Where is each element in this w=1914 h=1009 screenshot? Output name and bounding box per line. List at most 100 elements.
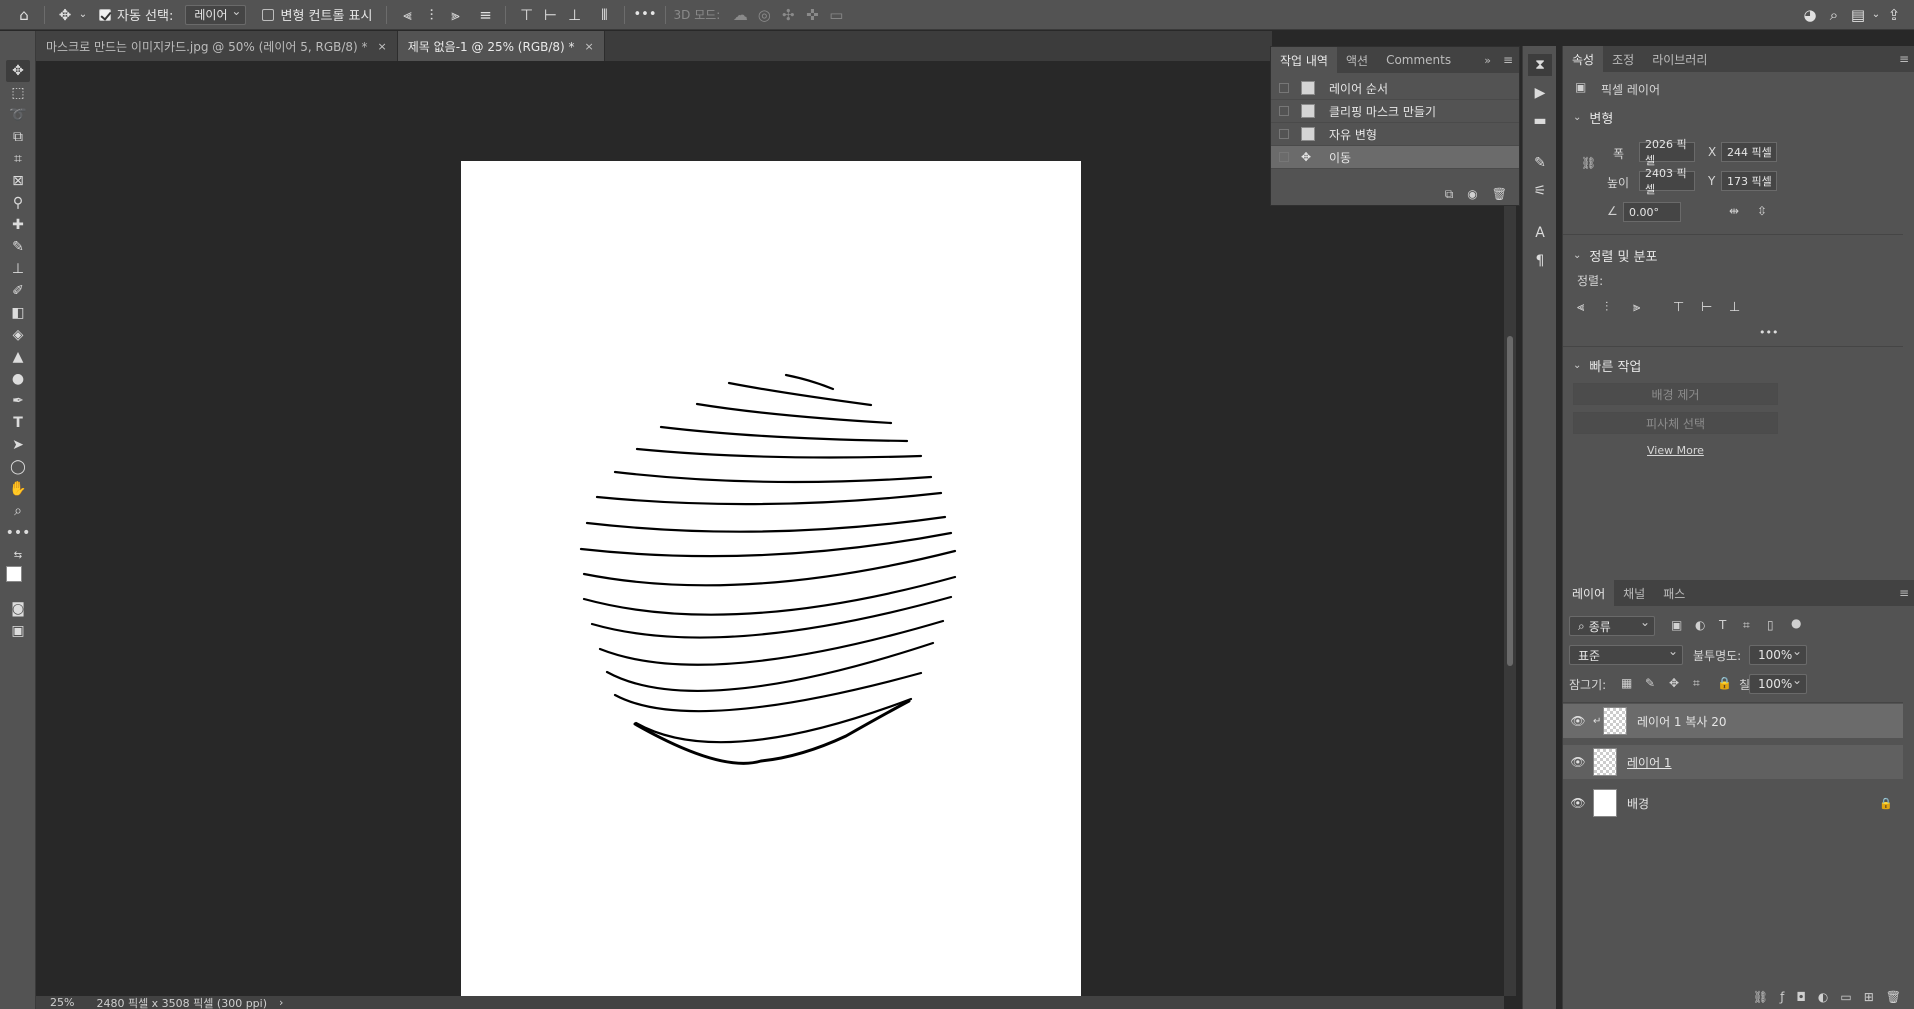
workspace-icon[interactable]: ▤ [1846,3,1870,27]
select-subject-button[interactable]: 피사체 선택 [1573,412,1778,434]
snapshot-icon[interactable]: ◉ [1467,187,1477,201]
learn-icon[interactable]: ◕ [1798,3,1822,27]
more-align-options[interactable]: ••• [1759,326,1778,339]
align-section-header[interactable]: ⌄ 정렬 및 분포 [1573,246,1657,265]
healing-brush-icon[interactable]: ✚ [6,214,30,236]
object-select-tool-icon[interactable]: ⧉ [6,126,30,148]
document-canvas[interactable] [461,161,1081,996]
lock-position-icon[interactable]: ✥ [1669,676,1679,690]
layer-name[interactable]: 레이어 1 [1627,754,1672,771]
history-item-active[interactable]: ✥ 이동 [1271,146,1519,169]
brush-panel-icon[interactable]: ✎ [1528,152,1552,174]
fill-field[interactable]: 100% [1749,673,1807,694]
crop-tool-icon[interactable]: ⌗ [6,148,30,170]
flip-horizontal-icon[interactable]: ⇹ [1729,204,1739,218]
lock-artboard-icon[interactable]: ⌗ [1693,676,1700,691]
history-checkbox[interactable] [1279,152,1289,162]
panel-menu-icon[interactable]: ≡ [1893,46,1914,72]
lock-all-icon[interactable]: 🔒 [1717,676,1732,690]
align-bottom-icon[interactable]: ⊥ [562,3,586,27]
scrollbar-thumb[interactable] [1507,336,1513,666]
zoom-tool-icon[interactable]: ⌕ [6,500,30,522]
history-item[interactable]: 레이어 순서 [1271,77,1519,100]
more-tools-icon[interactable]: ••• [6,522,31,544]
paragraph-panel-icon[interactable]: ¶ [1528,250,1552,272]
show-transform-controls-option[interactable]: 변형 컨트롤 표시 [262,0,372,30]
angle-field[interactable]: 0.00° [1623,202,1681,222]
auto-select-dropdown[interactable]: 레이어 [185,4,247,25]
share-icon[interactable]: ⇪ [1882,3,1906,27]
distribute-vertical-icon[interactable]: ⦀ [592,3,616,27]
auto-select-checkbox[interactable] [99,8,111,21]
tab-channels[interactable]: 채널 [1614,580,1654,606]
history-brush-icon[interactable]: ✐ [6,280,30,302]
layer-filter-dropdown[interactable]: ⌕ 종류 [1569,615,1655,636]
tab-libraries[interactable]: 라이브러리 [1643,46,1716,72]
distribute-horizontal-icon[interactable]: ≡ [473,3,497,27]
layer-row[interactable]: 👁 배경 🔒 [1563,786,1903,820]
link-layers-icon[interactable]: ⛓ [1753,990,1768,1004]
align-bottom-icon[interactable]: ⊥ [1729,300,1740,315]
tab-actions[interactable]: 액션 [1337,47,1377,73]
chevron-down-icon[interactable]: ⌄ [1870,3,1882,27]
history-checkbox[interactable] [1279,83,1289,93]
layer-row[interactable]: 👁 레이어 1 [1563,745,1903,779]
fx-icon[interactable]: ƒ [1780,990,1784,1004]
filter-toggle-icon[interactable]: ● [1791,616,1801,630]
adjustment-layer-icon[interactable]: ◐ [1818,990,1828,1004]
layer-name[interactable]: 레이어 1 복사 20 [1637,713,1727,730]
eyedropper-tool-icon[interactable]: ⚲ [6,192,30,214]
frame-tool-icon[interactable]: ⊠ [6,170,30,192]
tab-history[interactable]: 작업 내역 [1271,47,1337,73]
new-group-icon[interactable]: ▭ [1840,990,1851,1004]
history-panel-icon[interactable]: ⧗ [1528,54,1552,76]
history-item[interactable]: 클리핑 마스크 만들기 [1271,100,1519,123]
path-select-icon[interactable]: ➤ [6,434,30,456]
align-center-icon[interactable]: ⫶ [1605,300,1608,315]
swap-colors-icon[interactable]: ⇆ [6,544,30,566]
align-left-icon[interactable]: ⫷ [395,3,419,27]
close-icon[interactable]: × [378,40,387,53]
filter-smart-object-icon[interactable]: ▯ [1767,618,1774,632]
marquee-tool-icon[interactable]: ⬚ [6,82,30,104]
add-mask-icon[interactable]: ◘ [1796,990,1806,1004]
flip-vertical-icon[interactable]: ⇳ [1757,204,1767,218]
character-panel-icon[interactable]: A [1528,222,1552,244]
pen-tool-icon[interactable]: ✒ [6,390,30,412]
filter-adjustment-icon[interactable]: ◐ [1695,618,1705,632]
transform-section-header[interactable]: ⌄ 변형 [1573,108,1613,127]
y-field[interactable]: 173 픽셀 [1721,171,1777,191]
link-icon[interactable]: ⛓ [1581,156,1596,170]
history-item[interactable]: 자유 변형 [1271,123,1519,146]
align-right-icon[interactable]: ⫸ [443,3,467,27]
view-more-link[interactable]: View More [1647,444,1704,457]
foreground-color-swatch[interactable] [6,566,22,582]
brush-tool-icon[interactable]: ✎ [6,236,30,258]
new-document-from-state-icon[interactable]: ⧉ [1445,187,1454,202]
status-menu-arrow[interactable]: › [279,996,283,1009]
home-icon[interactable]: ⌂ [12,3,36,27]
align-middle-icon[interactable]: ⊢ [538,3,562,27]
new-layer-icon[interactable]: ⊞ [1864,990,1874,1004]
search-icon[interactable]: ⌕ [1822,3,1846,27]
align-middle-icon[interactable]: ⊢ [1701,300,1712,315]
move-tool-icon[interactable]: ✥ [53,3,77,27]
lasso-tool-icon[interactable]: ➰ [6,104,30,126]
auto-select-option[interactable]: 자동 선택: [99,0,173,30]
close-icon[interactable]: × [585,40,594,53]
filter-type-icon[interactable]: T [1719,618,1726,632]
panel-menu-icon[interactable]: ≡ [1497,47,1519,73]
ellipse-tool-icon[interactable]: ◯ [6,456,30,478]
layer-name[interactable]: 배경 [1627,795,1649,812]
panel-menu-icon[interactable]: ≡ [1893,580,1914,606]
document-tab-active[interactable]: 제목 없음-1 @ 25% (RGB/8) * × [397,31,605,61]
tab-comments[interactable]: Comments [1377,47,1460,73]
expand-panel-icon[interactable]: » [1478,47,1497,73]
document-tab[interactable]: 마스크로 만드는 이미지카드.jpg @ 50% (레이어 5, RGB/8) … [36,31,398,61]
quick-mask-icon[interactable]: ◙ [6,598,30,620]
width-field[interactable]: 2026 픽셀 [1639,138,1695,167]
x-field[interactable]: 244 픽셀 [1721,142,1777,162]
zoom-level[interactable]: 25% [50,996,74,1009]
align-top-icon[interactable]: ⊤ [514,3,538,27]
eraser-tool-icon[interactable]: ◧ [6,302,30,324]
